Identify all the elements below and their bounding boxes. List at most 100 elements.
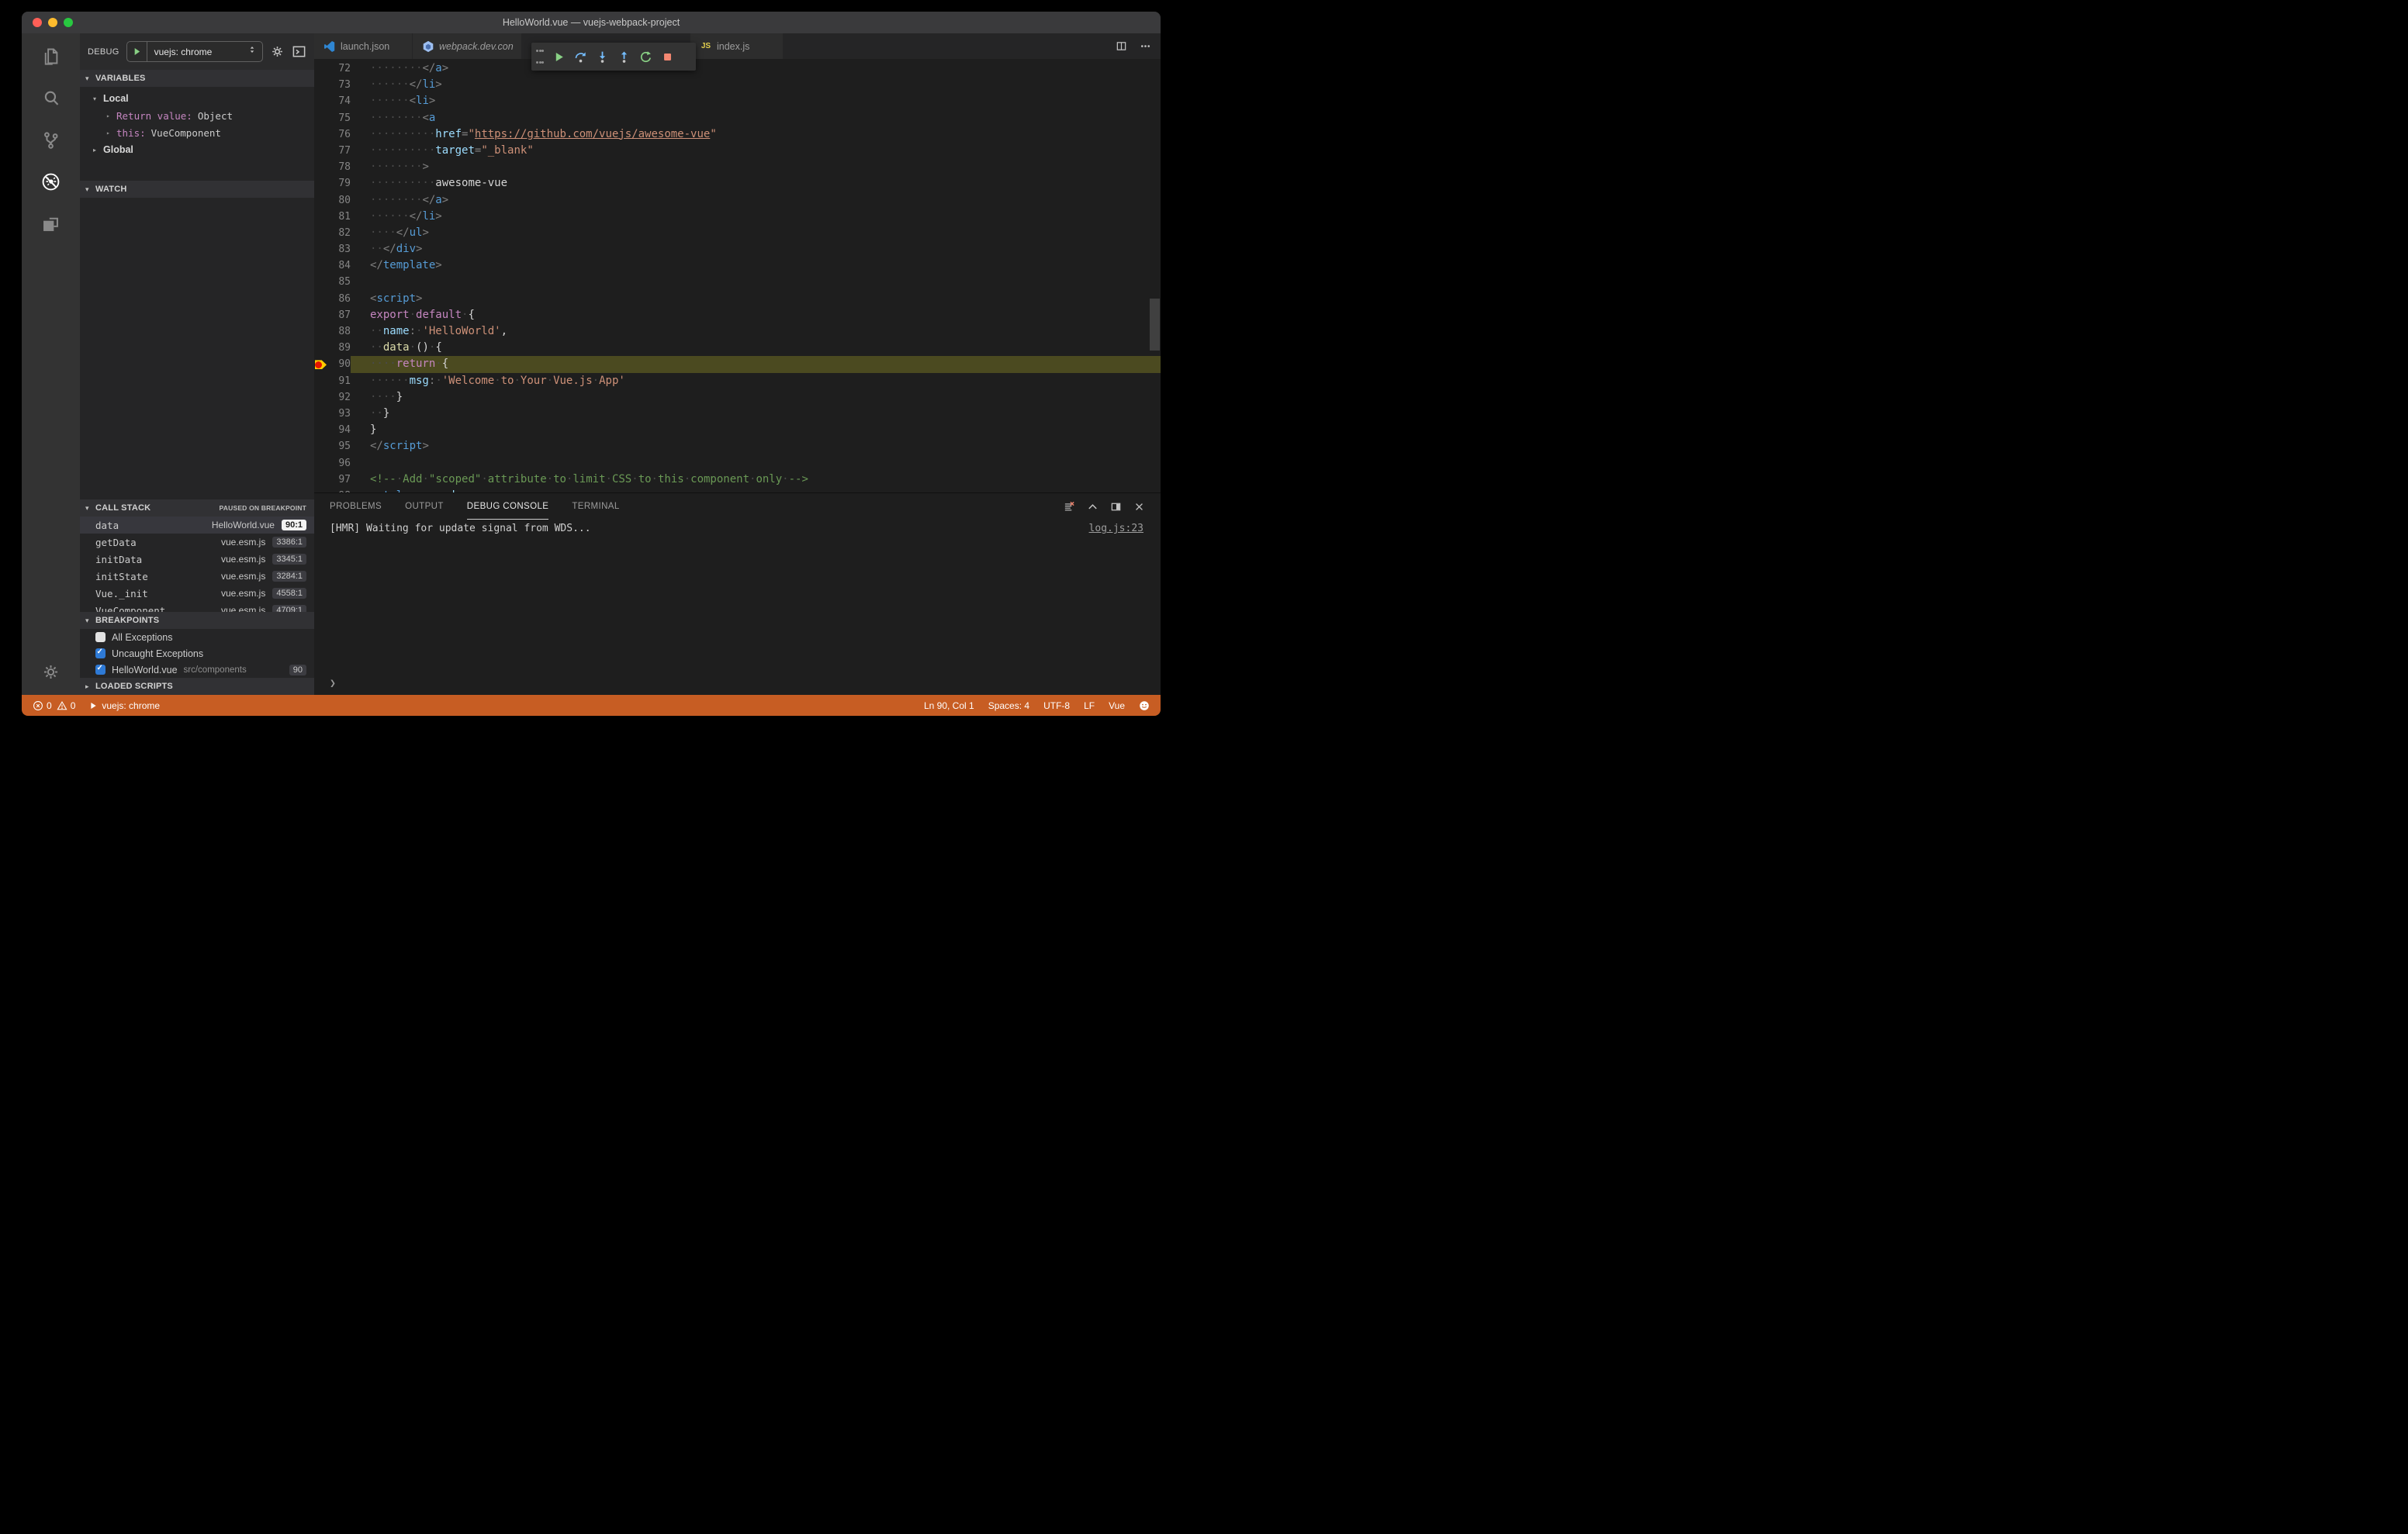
breakpoint-margin[interactable]	[314, 192, 327, 209]
call-stack-frame-data[interactable]: dataHelloWorld.vue90:1	[80, 517, 314, 534]
extensions-icon[interactable]	[40, 213, 61, 234]
move-panel-icon[interactable]	[1110, 501, 1122, 513]
call-stack-frame-getdata[interactable]: getDatavue.esm.js3386:1	[80, 534, 314, 551]
editor-tab-index-js[interactable]: JSindex.js	[690, 33, 784, 59]
breakpoint-row[interactable]: Uncaught Exceptions	[80, 645, 314, 662]
code-line: 78········>	[314, 159, 1161, 175]
call-stack-frame-initstate[interactable]: initStatevue.esm.js3284:1	[80, 568, 314, 585]
toolbar-gripper[interactable]	[535, 49, 545, 64]
feedback-smiley-icon[interactable]	[1139, 700, 1150, 711]
source-control-icon[interactable]	[40, 130, 61, 150]
breakpoint-margin[interactable]	[314, 472, 327, 488]
breakpoint-row[interactable]: HelloWorld.vuesrc/components90	[80, 662, 314, 678]
maximize-panel-icon[interactable]	[1087, 501, 1098, 513]
breakpoints-section-header[interactable]: BREAKPOINTS	[80, 612, 314, 629]
breakpoint-margin[interactable]	[314, 389, 327, 406]
step-out-button[interactable]	[614, 46, 634, 67]
breakpoint-margin[interactable]	[314, 455, 327, 472]
breakpoint-row[interactable]: All Exceptions	[80, 629, 314, 645]
debug-settings-gear-icon[interactable]	[270, 44, 285, 59]
breakpoint-margin[interactable]	[314, 257, 327, 274]
more-actions-icon[interactable]	[1140, 40, 1151, 52]
call-stack-section-header[interactable]: CALL STACK PAUSED ON BREAKPOINT	[80, 499, 314, 517]
breakpoint-margin[interactable]	[314, 175, 327, 192]
explorer-icon[interactable]	[40, 46, 61, 67]
call-stack-frame-vuecomponent[interactable]: VueComponentvue.esm.js4709:1	[80, 602, 314, 612]
variable-row[interactable]: Return value:Object	[80, 107, 314, 124]
breakpoint-margin[interactable]	[314, 340, 327, 356]
console-source-link[interactable]: log.js:23	[1089, 523, 1143, 534]
breakpoint-margin[interactable]	[314, 143, 327, 159]
stop-button[interactable]	[657, 46, 677, 67]
close-panel-icon[interactable]	[1133, 501, 1145, 513]
search-icon[interactable]	[40, 88, 61, 109]
breakpoint-margin[interactable]	[314, 77, 327, 93]
call-stack-frame-vue._init[interactable]: Vue._initvue.esm.js4558:1	[80, 585, 314, 602]
warnings-status[interactable]: 0	[57, 700, 76, 711]
breakpoint-margin[interactable]	[314, 356, 327, 372]
status-item-spaces[interactable]: Spaces: 4	[988, 700, 1029, 711]
editor-tab-launch-json[interactable]: launch.json	[314, 33, 413, 59]
clear-console-icon[interactable]	[1064, 501, 1075, 513]
breakpoint-margin[interactable]	[314, 209, 327, 225]
loaded-scripts-section-header[interactable]: LOADED SCRIPTS	[80, 678, 314, 695]
variable-row[interactable]: this:VueComponent	[80, 124, 314, 141]
tab-label: launch.json	[341, 41, 389, 52]
console-input-prompt[interactable]: ❯	[330, 678, 336, 689]
breakpoint-margin[interactable]	[314, 291, 327, 307]
editor-tab-webpack-dev-con[interactable]: webpack.dev.con	[413, 33, 522, 59]
call-stack-frame-initdata[interactable]: initDatavue.esm.js3345:1	[80, 551, 314, 568]
variables-scope-local[interactable]: Local	[80, 90, 314, 107]
launch-configuration-dropdown[interactable]: vuejs: chrome	[126, 41, 263, 62]
breakpoint-margin[interactable]	[314, 406, 327, 422]
breakpoint-margin[interactable]	[314, 307, 327, 323]
open-debug-console-icon[interactable]	[292, 44, 306, 59]
breakpoint-margin[interactable]	[314, 438, 327, 454]
debug-toolbar	[531, 43, 696, 71]
watch-section-header[interactable]: WATCH	[80, 181, 314, 198]
panel-tab-terminal[interactable]: TERMINAL	[572, 493, 619, 520]
bottom-panel: PROBLEMS OUTPUT DEBUG CONSOLE TERMINAL	[314, 492, 1161, 695]
breakpoint-margin[interactable]	[314, 60, 327, 77]
status-item-vue[interactable]: Vue	[1109, 700, 1125, 711]
errors-status[interactable]: 0	[33, 700, 52, 711]
breakpoint-margin[interactable]	[314, 422, 327, 438]
breakpoint-margin[interactable]	[314, 126, 327, 143]
settings-gear-icon[interactable]	[40, 662, 61, 682]
breakpoint-margin[interactable]	[314, 110, 327, 126]
breakpoint-margin[interactable]	[314, 373, 327, 389]
variables-scope-global[interactable]: Global	[80, 141, 314, 158]
checkbox-unchecked-icon[interactable]	[95, 632, 106, 642]
breakpoint-margin[interactable]	[314, 93, 327, 109]
panel-tab-output[interactable]: OUTPUT	[405, 493, 444, 520]
line-number: 80	[327, 192, 351, 209]
status-item-utf-8[interactable]: UTF-8	[1043, 700, 1070, 711]
code-editor[interactable]: 72········</a>73······</li>74······<li>7…	[314, 59, 1161, 492]
debug-target-status[interactable]: vuejs: chrome	[88, 700, 160, 711]
continue-button[interactable]	[548, 46, 569, 67]
panel-tab-problems[interactable]: PROBLEMS	[330, 493, 382, 520]
step-over-button[interactable]	[570, 46, 590, 67]
checkbox-checked-icon[interactable]	[95, 665, 106, 675]
restart-button[interactable]	[635, 46, 656, 67]
variables-section-header[interactable]: VARIABLES	[80, 70, 314, 87]
checkbox-checked-icon[interactable]	[95, 648, 106, 658]
chevron-expanded-icon	[93, 95, 103, 102]
line-number: 73	[327, 77, 351, 93]
start-debugging-icon[interactable]	[127, 42, 147, 61]
editor-scrollbar[interactable]	[1150, 299, 1160, 351]
screenshot-page: HelloWorld.vue — vuejs-webpack-project	[0, 0, 1204, 767]
breakpoint-margin[interactable]	[314, 225, 327, 241]
panel-tab-debug-console[interactable]: DEBUG CONSOLE	[467, 493, 549, 520]
breakpoint-margin[interactable]	[314, 274, 327, 290]
step-into-button[interactable]	[592, 46, 612, 67]
split-editor-icon[interactable]	[1116, 40, 1127, 52]
breakpoint-margin[interactable]	[314, 159, 327, 175]
status-item-lf[interactable]: LF	[1084, 700, 1095, 711]
breakpoint-margin[interactable]	[314, 241, 327, 257]
line-number: 94	[327, 422, 351, 438]
breakpoint-margin[interactable]	[314, 323, 327, 340]
js-icon-glyph: JS	[701, 42, 711, 50]
debug-icon[interactable]	[40, 171, 61, 192]
status-item-ln[interactable]: Ln 90, Col 1	[924, 700, 974, 711]
